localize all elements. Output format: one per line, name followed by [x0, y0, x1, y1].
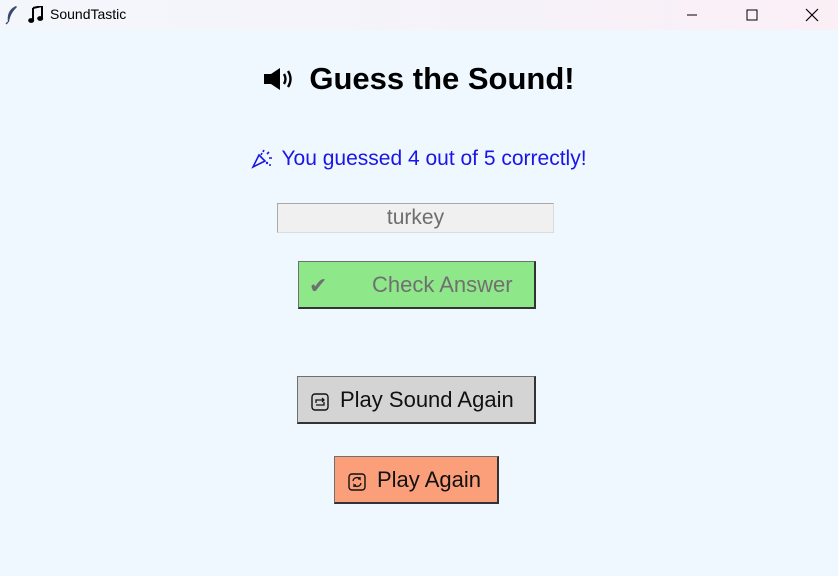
play-sound-again-label: Play Sound Again: [340, 387, 514, 412]
result-text: You guessed 4 out of 5 correctly!: [281, 147, 587, 170]
maximize-icon: [746, 9, 758, 21]
play-sound-again-button[interactable]: Play Sound Again: [297, 376, 536, 424]
title-bar: SoundTastic: [0, 0, 838, 30]
check-answer-label: Check Answer: [372, 272, 513, 297]
party-popper-icon: [251, 149, 273, 169]
minimize-icon: [687, 14, 697, 16]
minimize-button[interactable]: [669, 0, 715, 30]
game-panel: Guess the Sound! You guessed 4 out of 5 …: [0, 30, 838, 576]
close-icon: [805, 8, 819, 22]
window-title: SoundTastic: [50, 6, 127, 22]
speaker-icon: [264, 68, 293, 90]
feather-icon: [5, 6, 17, 25]
answer-input[interactable]: [277, 203, 554, 233]
page-heading: Guess the Sound!: [0, 61, 838, 97]
result-message: You guessed 4 out of 5 correctly!: [0, 147, 838, 171]
check-answer-button[interactable]: ✔ Check Answer: [298, 261, 536, 309]
page-title: Guess the Sound!: [309, 61, 575, 96]
maximize-button[interactable]: [729, 0, 775, 30]
refresh-icon: [348, 473, 366, 491]
close-button[interactable]: [789, 0, 835, 30]
play-again-button[interactable]: Play Again: [334, 456, 499, 504]
play-again-label: Play Again: [377, 467, 481, 492]
music-note-icon: [28, 6, 44, 23]
repeat-icon: [311, 393, 329, 411]
checkmark-icon: ✔: [309, 273, 328, 298]
